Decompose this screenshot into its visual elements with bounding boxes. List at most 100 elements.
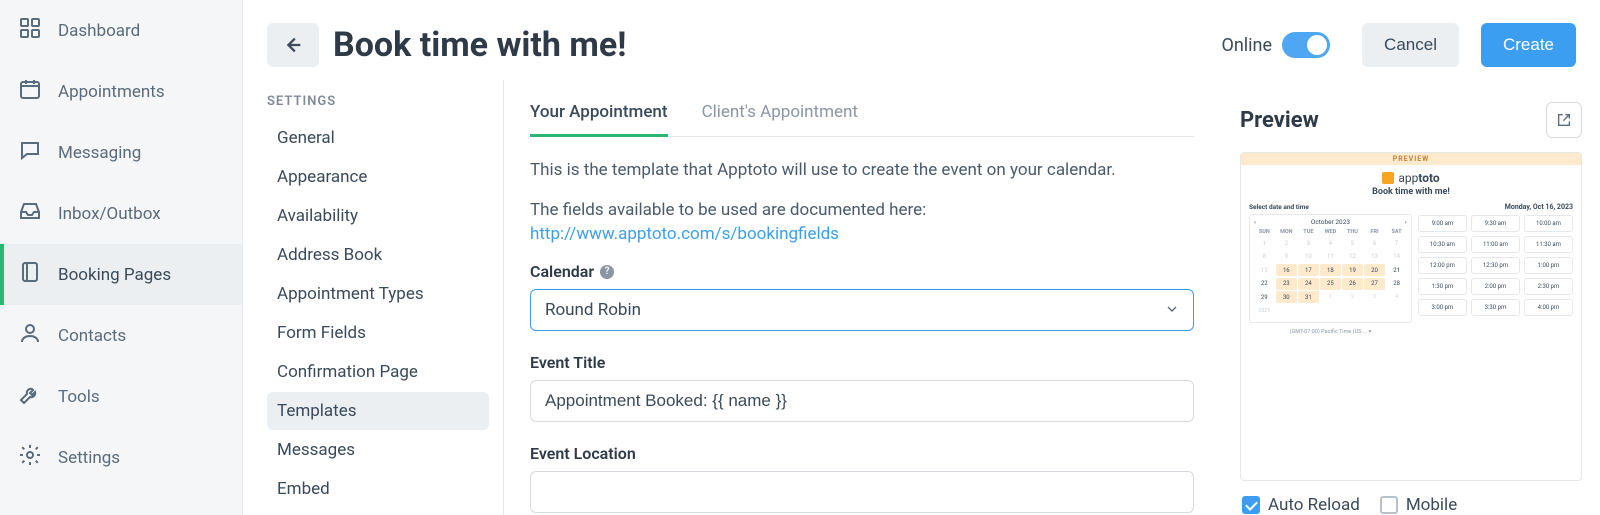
preview-selected-date: Monday, Oct 16, 2023 <box>1418 203 1573 211</box>
sidebar-item-booking-pages[interactable]: Booking Pages <box>0 244 242 305</box>
cal-day: 24 <box>1298 278 1319 290</box>
brand-a: app <box>1398 171 1418 185</box>
preview-frame: PREVIEW apptoto Book time with me! Selec… <box>1240 152 1582 481</box>
cal-day: 17 <box>1298 264 1319 276</box>
event-title-input[interactable] <box>530 380 1194 422</box>
time-slot: 10:30 am <box>1418 236 1467 253</box>
cal-dow: FRI <box>1364 229 1385 235</box>
sidebar-item-messaging[interactable]: Messaging <box>0 122 242 183</box>
sidebar-item-appointments[interactable]: Appointments <box>0 61 242 122</box>
cal-day: 8 <box>1254 251 1275 263</box>
cal-day: 5 <box>1342 237 1363 249</box>
cal-day: 22 <box>1254 278 1275 290</box>
settings-item-availability[interactable]: Availability <box>267 197 489 235</box>
back-button[interactable] <box>267 23 319 67</box>
settings-item-templates[interactable]: Templates <box>267 392 489 430</box>
mobile-group[interactable]: Mobile <box>1380 495 1457 515</box>
auto-reload-checkbox[interactable] <box>1242 496 1260 514</box>
settings-item-messages[interactable]: Messages <box>267 431 489 469</box>
cal-day-trailing: 2 <box>1342 291 1363 303</box>
online-toggle[interactable] <box>1282 32 1330 58</box>
cal-day: 29 <box>1254 291 1275 303</box>
settings-item-confirmation-page[interactable]: Confirmation Page <box>267 353 489 391</box>
settings-item-form-fields[interactable]: Form Fields <box>267 314 489 352</box>
online-toggle-group: Online <box>1221 32 1330 58</box>
time-slot: 12:30 pm <box>1471 257 1520 274</box>
cal-day-trailing <box>1298 305 1319 317</box>
settings-item-appointment-types[interactable]: Appointment Types <box>267 275 489 313</box>
cal-dow: THU <box>1342 229 1363 235</box>
brand-b: toto <box>1418 171 1439 185</box>
cal-day: 13 <box>1364 251 1385 263</box>
create-button[interactable]: Create <box>1481 23 1576 67</box>
cal-month: October 2023 <box>1311 218 1350 226</box>
sidebar-item-dashboard[interactable]: Dashboard <box>0 0 242 61</box>
tab-your-appointment[interactable]: Your Appointment <box>530 102 668 137</box>
settings-item-embed[interactable]: Embed <box>267 470 489 508</box>
sidebar-item-settings[interactable]: Settings <box>0 427 242 488</box>
preview-title: Preview <box>1240 108 1319 133</box>
preview-banner: PREVIEW <box>1241 153 1581 165</box>
preview-section-label: Select date and time <box>1249 203 1412 211</box>
settings-item-general[interactable]: General <box>267 119 489 157</box>
cal-day: 2 <box>1276 237 1297 249</box>
cal-dow: TUE <box>1298 229 1319 235</box>
cal-dow: WED <box>1320 229 1341 235</box>
sidebar-label: Tools <box>58 387 100 407</box>
sidebar-label: Booking Pages <box>58 265 171 285</box>
cal-day: 19 <box>1342 264 1363 276</box>
sidebar-item-inbox[interactable]: Inbox/Outbox <box>0 183 242 244</box>
sidebar-item-contacts[interactable]: Contacts <box>0 305 242 366</box>
cal-day: 30 <box>1276 291 1297 303</box>
calendar-select[interactable]: Round Robin <box>530 289 1194 331</box>
settings-item-appearance[interactable]: Appearance <box>267 158 489 196</box>
cal-day-trailing: 1 <box>1320 291 1341 303</box>
settings-subnav: SETTINGS General Appearance Availability… <box>243 80 503 515</box>
auto-reload-group[interactable]: Auto Reload <box>1242 495 1360 515</box>
intro-text-2: The fields available to be used are docu… <box>530 199 1194 247</box>
calendar-glyph-icon <box>1382 172 1394 184</box>
preview-controls: Auto Reload Mobile <box>1240 481 1582 515</box>
time-slot: 3:30 pm <box>1471 299 1520 316</box>
cal-dow: SAT <box>1386 229 1407 235</box>
cal-day: 16 <box>1276 264 1297 276</box>
time-slot: 2:30 pm <box>1524 278 1573 295</box>
cal-day: 28 <box>1386 278 1407 290</box>
time-slot: 12:00 pm <box>1418 257 1467 274</box>
cal-day: 4 <box>1320 237 1341 249</box>
mobile-checkbox[interactable] <box>1380 496 1398 514</box>
chevron-down-icon <box>1164 301 1180 317</box>
cal-day: 6 <box>1364 237 1385 249</box>
cal-day-trailing <box>1276 305 1297 317</box>
grid-icon <box>18 16 42 45</box>
time-slot: 3:00 pm <box>1418 299 1467 316</box>
form-area: Your Appointment Client's Appointment Th… <box>503 80 1220 515</box>
calendar-label-text: Calendar <box>530 262 594 281</box>
tab-client-appointment[interactable]: Client's Appointment <box>702 102 858 136</box>
cal-day: 26 <box>1342 278 1363 290</box>
time-slot: 2:00 pm <box>1471 278 1520 295</box>
cal-day: 12 <box>1342 251 1363 263</box>
user-icon <box>18 321 42 350</box>
cal-dow: SUN <box>1254 229 1275 235</box>
cal-day: 3 <box>1298 237 1319 249</box>
cal-day: 7 <box>1386 237 1407 249</box>
preview-slots: 9:00 am9:30 am10:00 am10:30 am11:00 am11… <box>1418 215 1573 316</box>
cancel-button[interactable]: Cancel <box>1362 23 1459 67</box>
time-slot: 9:00 am <box>1418 215 1467 232</box>
popout-button[interactable] <box>1546 102 1582 138</box>
main-sidebar: Dashboard Appointments Messaging Inbox/O… <box>0 0 243 515</box>
time-slot: 10:00 am <box>1524 215 1573 232</box>
cal-day-trailing: 3 <box>1364 291 1385 303</box>
cal-day: 20 <box>1364 264 1385 276</box>
event-location-input[interactable] <box>530 471 1194 513</box>
sidebar-item-tools[interactable]: Tools <box>0 366 242 427</box>
help-icon[interactable]: ? <box>600 265 614 279</box>
fields-doc-link[interactable]: http://www.apptoto.com/s/bookingfields <box>530 224 839 244</box>
settings-header: SETTINGS <box>267 94 489 109</box>
cal-dow: MON <box>1276 229 1297 235</box>
cal-day: 31 <box>1298 291 1319 303</box>
settings-item-address-book[interactable]: Address Book <box>267 236 489 274</box>
appointment-tabs: Your Appointment Client's Appointment <box>530 102 1194 137</box>
mobile-label: Mobile <box>1406 495 1457 515</box>
